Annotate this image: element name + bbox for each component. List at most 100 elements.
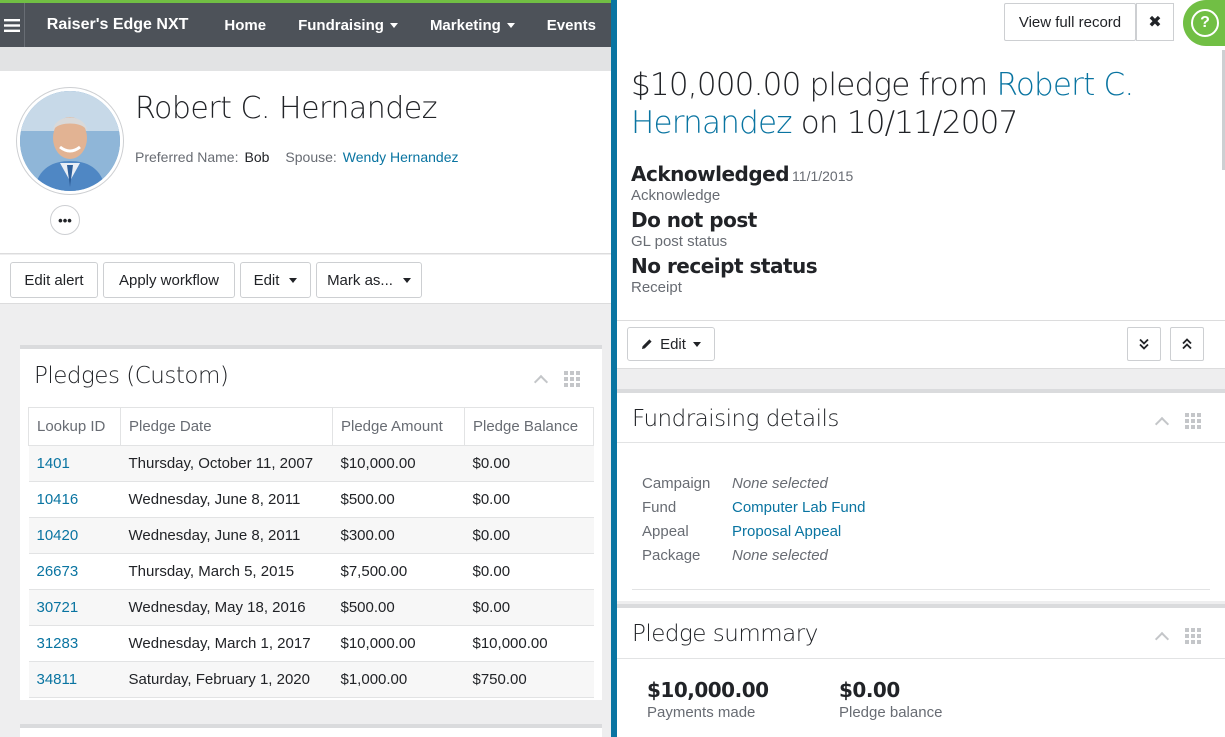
pledge-amount-cell: $7,500.00 xyxy=(332,553,465,590)
drag-grip-icon[interactable] xyxy=(564,371,580,387)
tile-divider xyxy=(617,658,1225,659)
status-sub-label: Acknowledge xyxy=(631,187,721,204)
nav-home-label: Home xyxy=(224,16,267,34)
lookup-id-link[interactable]: 31283 xyxy=(28,625,121,662)
header-spacer xyxy=(0,47,612,71)
status-sub-label: GL post status xyxy=(631,233,728,250)
tile-divider xyxy=(632,589,1210,590)
status-date: 11/1/2015 xyxy=(792,168,854,184)
status-acknowledged: Acknowledged 11/1/2015 Acknowledge xyxy=(631,162,853,204)
spouse-label: Spouse: xyxy=(285,149,337,165)
fundraising-details-tile: Fundraising details Campaign None select… xyxy=(617,389,1225,601)
flyout-edit-label: Edit xyxy=(660,335,686,353)
table-row: 31283 Wednesday, March 1, 2017 $10,000.0… xyxy=(28,625,594,662)
brand-name[interactable]: Raiser's Edge NXT xyxy=(25,16,209,34)
pledge-amount-cell: $10,000.00 xyxy=(332,445,465,482)
collapse-all-button[interactable] xyxy=(1127,327,1161,361)
double-chevron-down-icon xyxy=(1139,338,1149,350)
collapse-chevron-up-icon[interactable] xyxy=(1154,416,1170,431)
pledge-date-cell: Thursday, March 5, 2015 xyxy=(120,553,333,590)
avatar[interactable] xyxy=(17,88,123,194)
pledge-summary-tile: Pledge summary $10,000.00 Payments made … xyxy=(617,604,1225,737)
mark-as-dropdown-button[interactable]: Mark as... xyxy=(316,262,422,298)
help-icon: ? xyxy=(1191,9,1219,37)
nav-home[interactable]: Home xyxy=(208,17,282,34)
pledge-amount-cell: $500.00 xyxy=(332,589,465,626)
lookup-id-link[interactable]: 10416 xyxy=(28,481,121,518)
pledge-date-cell: Wednesday, May 18, 2016 xyxy=(120,589,333,626)
status-main-text: No receipt status xyxy=(631,254,818,278)
edit-alert-label: Edit alert xyxy=(24,271,84,289)
chevron-down-icon xyxy=(289,277,298,283)
help-button[interactable]: ? xyxy=(1183,0,1225,46)
pledges-table: Lookup ID Pledge Date Pledge Amount Pled… xyxy=(28,407,594,698)
fund-link[interactable]: Computer Lab Fund xyxy=(732,499,865,516)
view-full-record-button[interactable]: View full record xyxy=(1004,3,1136,41)
double-chevron-up-icon xyxy=(1182,338,1192,350)
nav-events[interactable]: Events xyxy=(531,17,612,34)
collapse-chevron-up-icon[interactable] xyxy=(533,374,549,389)
pledge-date-cell: Saturday, February 1, 2020 xyxy=(120,661,333,698)
menu-icon[interactable] xyxy=(0,3,25,47)
edit-alert-button[interactable]: Edit alert xyxy=(10,262,98,298)
constituent-meta: Preferred Name: Bob Spouse: Wendy Hernan… xyxy=(135,149,458,165)
close-icon[interactable]: ✖ xyxy=(1136,3,1174,41)
detail-value: None selected xyxy=(732,546,828,564)
flyout-header: View full record ✖ ? $10,000.00 pledge f… xyxy=(617,0,1225,321)
table-row: 26673 Thursday, March 5, 2015 $7,500.00 … xyxy=(28,553,594,590)
pledge-balance-cell: $10,000.00 xyxy=(464,625,594,662)
detail-label: Fund xyxy=(642,498,677,516)
drag-grip-icon[interactable] xyxy=(1185,413,1201,429)
pledge-amount-cell: $10,000.00 xyxy=(332,625,465,662)
summary-payments-made: $10,000.00 Payments made xyxy=(647,678,769,721)
status-receipt: No receipt status Receipt xyxy=(631,254,818,296)
nav-fundraising[interactable]: Fundraising xyxy=(282,17,414,34)
lookup-id-link[interactable]: 1401 xyxy=(28,445,121,482)
more-actions-button[interactable]: ••• xyxy=(50,205,80,235)
headline-suffix: on 10/11/2007 xyxy=(791,105,1019,141)
column-header-pledge-date[interactable]: Pledge Date xyxy=(120,407,333,446)
collapse-chevron-up-icon[interactable] xyxy=(1154,631,1170,646)
fundraising-details-title: Fundraising details xyxy=(632,406,839,432)
next-tile xyxy=(20,724,602,737)
flyout-edit-button[interactable]: Edit xyxy=(627,327,715,361)
column-header-pledge-amount[interactable]: Pledge Amount xyxy=(332,407,465,446)
detail-row-appeal: Appeal Proposal Appeal xyxy=(642,519,865,543)
pledge-date-cell: Wednesday, June 8, 2011 xyxy=(120,517,333,554)
table-row: 10420 Wednesday, June 8, 2011 $300.00 $0… xyxy=(28,517,594,554)
flyout-action-bar: Edit xyxy=(617,321,1225,369)
nav-events-label: Events xyxy=(546,16,596,34)
summary-value: $10,000.00 xyxy=(647,678,769,702)
lookup-id-link[interactable]: 30721 xyxy=(28,589,121,626)
column-header-lookup-id[interactable]: Lookup ID xyxy=(28,407,121,446)
summary-pledge-balance: $0.00 Pledge balance xyxy=(839,678,942,721)
pledge-balance-cell: $0.00 xyxy=(464,553,594,590)
appeal-link[interactable]: Proposal Appeal xyxy=(732,523,841,540)
drag-grip-icon[interactable] xyxy=(1185,628,1201,644)
headline-prefix: $10,000.00 pledge from xyxy=(631,67,997,103)
lookup-id-link[interactable]: 34811 xyxy=(28,661,121,698)
pledge-balance-cell: $750.00 xyxy=(464,661,594,698)
nav-marketing[interactable]: Marketing xyxy=(414,17,531,34)
pledge-amount-cell: $1,000.00 xyxy=(332,661,465,698)
chevron-down-icon xyxy=(402,277,411,283)
fundraising-details-list: Campaign None selected Fund Computer Lab… xyxy=(642,471,865,567)
status-main-text: Do not post xyxy=(631,208,757,232)
pledge-flyout: View full record ✖ ? $10,000.00 pledge f… xyxy=(611,0,1225,737)
edit-dropdown-button[interactable]: Edit xyxy=(240,262,311,298)
spouse-link[interactable]: Wendy Hernandez xyxy=(343,149,459,165)
apply-workflow-button[interactable]: Apply workflow xyxy=(103,262,235,298)
pledge-amount-cell: $300.00 xyxy=(332,517,465,554)
lookup-id-link[interactable]: 26673 xyxy=(28,553,121,590)
pledge-headline: $10,000.00 pledge from Robert C. Hernand… xyxy=(631,66,1211,142)
lookup-id-link[interactable]: 10420 xyxy=(28,517,121,554)
pledge-date-cell: Wednesday, March 1, 2017 xyxy=(120,625,333,662)
detail-label: Appeal xyxy=(642,522,689,540)
nav-fundraising-label: Fundraising xyxy=(298,16,384,34)
preferred-name-label: Preferred Name: xyxy=(135,149,239,165)
column-header-pledge-balance[interactable]: Pledge Balance xyxy=(464,407,594,446)
pledges-tile: Pledges (Custom) Lookup ID Pledge Date P… xyxy=(20,345,602,700)
constituent-header: Robert C. Hernandez Preferred Name: Bob … xyxy=(0,71,612,254)
expand-all-button[interactable] xyxy=(1170,327,1204,361)
record-action-bar: Edit alert Apply workflow Edit Mark as..… xyxy=(0,255,612,304)
